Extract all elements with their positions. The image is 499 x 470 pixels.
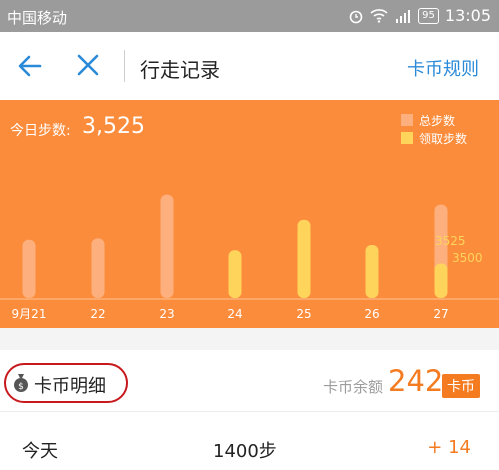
today-steps-label: 今日步数: xyxy=(10,123,71,139)
balance-label: 卡币余额 xyxy=(323,378,384,396)
status-bar: 中国移动 95 13:05 xyxy=(0,0,499,32)
balance-unit-badge: 卡币 xyxy=(442,374,480,398)
status-icons: 95 13:05 xyxy=(348,6,491,25)
bar-claimed-steps[interactable] xyxy=(365,245,379,298)
today-steps-value: 3,525 xyxy=(82,114,145,139)
legend-total-label: 总步数 xyxy=(419,113,456,128)
page-title: 行走记录 xyxy=(140,58,220,82)
nav-divider xyxy=(124,50,125,82)
bar-claimed-steps[interactable] xyxy=(434,263,448,298)
steps-chart: 9月21 22 23 24 25 26 27 3525 3500 今日步数: 3,525 总步数… xyxy=(0,100,499,328)
bar-total-steps[interactable] xyxy=(22,239,36,298)
bar-claimed-steps[interactable] xyxy=(228,250,242,298)
record-coins: + 14 xyxy=(427,437,471,458)
legend-claimed-swatch xyxy=(401,132,413,144)
x-tick-label: 23 xyxy=(159,307,174,321)
x-tick-label: 27 xyxy=(433,307,448,321)
close-icon[interactable] xyxy=(75,52,101,78)
legend-claimed-steps: 领取步数 xyxy=(401,129,467,147)
coin-rules-link[interactable]: 卡币规则 xyxy=(407,55,479,81)
bar-total-steps[interactable] xyxy=(160,194,174,298)
coin-detail-header: $ 卡币明细 卡币余额 242 卡币 xyxy=(0,350,499,412)
x-tick-label: 26 xyxy=(364,307,379,321)
money-bag-icon: $ xyxy=(14,374,28,392)
back-arrow-icon[interactable] xyxy=(16,52,44,80)
x-tick-label: 22 xyxy=(90,307,105,321)
bar-total-steps[interactable] xyxy=(91,238,105,298)
signal-icon xyxy=(396,9,411,23)
legend-claimed-label: 领取步数 xyxy=(419,131,468,146)
navigation-bar: 行走记录 卡币规则 xyxy=(0,32,499,100)
battery-indicator: 95 xyxy=(418,7,439,24)
x-tick-label: 9月21 xyxy=(12,307,47,321)
record-steps: 1400步 xyxy=(213,441,277,462)
status-time: 13:05 xyxy=(444,6,491,25)
bar-claimed-steps[interactable] xyxy=(297,219,311,298)
data-label-claimed: 3500 xyxy=(452,251,483,265)
record-day: 今天 xyxy=(22,441,58,462)
data-label-total: 3525 xyxy=(435,234,466,248)
coin-detail-label[interactable]: 卡币明细 xyxy=(34,372,106,398)
carrier-name: 中国移动 xyxy=(7,9,68,27)
legend-total-swatch xyxy=(401,114,413,126)
wifi-icon xyxy=(370,8,388,23)
balance-value: 242 xyxy=(388,364,444,398)
alarm-icon xyxy=(349,10,363,23)
coin-detail-section: $ 卡币明细 卡币余额 242 卡币 今天 1400步 + 14 xyxy=(0,350,499,470)
svg-text:$: $ xyxy=(18,382,24,392)
x-tick-label: 24 xyxy=(227,307,242,321)
x-tick-label: 25 xyxy=(296,307,311,321)
legend-total-steps: 总步数 xyxy=(401,111,467,129)
chart-legend: 总步数 领取步数 xyxy=(401,111,467,147)
